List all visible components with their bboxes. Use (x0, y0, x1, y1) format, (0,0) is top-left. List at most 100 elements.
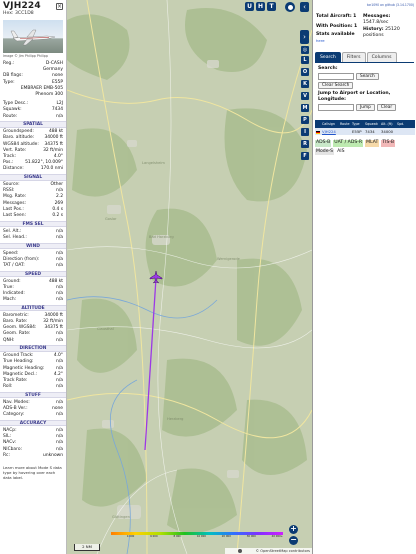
info-key: Reg.: (3, 61, 15, 66)
altitude-tick: 6 000 (150, 535, 158, 538)
unit-button-t[interactable]: T (267, 2, 276, 11)
zoom-out-button[interactable]: − (289, 536, 298, 545)
unit-button-h[interactable]: H (256, 2, 265, 11)
section-header[interactable]: DIRECTION (0, 345, 66, 352)
detail-key: QNH: (3, 337, 15, 343)
column-header[interactable]: Route (339, 120, 351, 129)
messages-label: Messages: (363, 14, 391, 19)
detail-key: Distance: (3, 166, 24, 172)
altitude-tick: 4 000 (126, 535, 135, 538)
version-link[interactable]: tar1090 on github (3.14.1700) (313, 0, 416, 10)
section-header[interactable]: WIND (0, 242, 66, 249)
clear-search-button[interactable]: Clear Search (318, 82, 354, 90)
cell-spd (396, 128, 415, 136)
jump-button[interactable]: Jump (356, 104, 375, 112)
map-toggle-l[interactable]: L (301, 56, 309, 64)
table-row[interactable]: VJH224 E55P 7434 34000 (315, 128, 415, 136)
search-input[interactable] (318, 73, 354, 81)
search-button[interactable]: Search (356, 73, 379, 81)
section-header[interactable]: ACCURACY (0, 419, 66, 427)
layer-toggle-icon[interactable]: ◎ (301, 46, 309, 54)
tab-search[interactable]: Search (315, 52, 341, 63)
legend-item: TIS-B (381, 140, 396, 147)
altitude-ticks: 4 000 6 000 8 000 10 000 20 000 30 000 40 000+ (111, 535, 283, 538)
map-toggle-k[interactable]: K (301, 80, 309, 88)
detail-row: Mach: n/a (0, 297, 66, 303)
aircraft-list-sidebar: tar1090 on github (3.14.1700) Total Airc… (312, 0, 416, 554)
stats-link[interactable]: here (316, 38, 325, 43)
column-header[interactable]: Spd. (396, 120, 415, 129)
hex-label: Hex: (3, 11, 14, 16)
altitude-legend: 4 000 6 000 8 000 10 000 20 000 30 000 40 000+ (103, 531, 283, 538)
detail-key: TAT / OAT: (3, 262, 25, 268)
detail-row: Last Seen: 0.2 s (0, 213, 66, 219)
zoom-in-button[interactable]: + (289, 525, 298, 534)
aircraft-table: Callsign Route Type Squawk Alt. (ft) Spd. VJH… (315, 120, 415, 136)
section-header[interactable]: FMS SEL (0, 220, 66, 228)
detail-value: unknown (43, 452, 63, 458)
detail-value: 0.2 s (52, 212, 63, 218)
map-toggle-o[interactable]: O (301, 68, 309, 76)
close-icon[interactable]: × (56, 3, 63, 10)
detail-value: n/a (56, 412, 63, 418)
detail-key: Roll: (3, 384, 13, 390)
sidebar-tabs: Search Filters Columns (315, 52, 416, 63)
cell-squawk: 7434 (364, 128, 380, 136)
section-header[interactable]: SPEED (0, 270, 66, 278)
detail-sections: SPATIAL Groundspeed: 488 kt Baro. altitude:… (0, 121, 66, 459)
map-toggle-r[interactable]: R (301, 140, 309, 148)
detail-value: n/a (56, 234, 63, 240)
detail-key: Sel. Head.: (3, 234, 27, 240)
section-header[interactable]: SIGNAL (0, 174, 66, 181)
with-position-value: 1 (354, 24, 358, 30)
detail-value: n/a (56, 384, 63, 390)
info-row: Route: n/a (0, 114, 66, 120)
aircraft-info: Reg.: D-CASH Germany DB flags: none Type: E55P… (0, 61, 66, 98)
info-icon[interactable] (238, 549, 242, 553)
chevron-left-icon[interactable]: ‹ (300, 2, 309, 12)
total-aircraft-value: 1 (353, 14, 357, 19)
info-value: Phenom 300 (35, 91, 63, 97)
map-toggle-i[interactable]: I (301, 128, 309, 136)
scale-bar: 2 NM (74, 544, 100, 551)
unit-button-u[interactable]: U (245, 2, 254, 11)
detail-key: Last Seen: (3, 212, 26, 218)
jump-input[interactable] (318, 104, 354, 112)
settings-icon[interactable] (285, 2, 295, 12)
detail-value: n/a (56, 297, 63, 303)
column-header[interactable]: Type (351, 120, 364, 129)
info-value: n/a (56, 113, 63, 119)
tab-filters[interactable]: Filters (341, 52, 366, 63)
source-legend: ADS-B UAT / ADS-R MLAT TIS-B Mode-S AIS (315, 140, 414, 156)
photo-credit: Image © Jim Philipp Philipp (3, 54, 48, 58)
aircraft-track-layer (144, 270, 163, 451)
legend-item: AIS (336, 148, 346, 156)
selected-hex: Hex: 3CC1D8 (0, 11, 66, 16)
chevron-right-icon[interactable]: › (300, 30, 309, 44)
cell-alt: 34000 (380, 128, 396, 136)
map-toggle-f[interactable]: F (301, 152, 309, 160)
history-label: History: (363, 26, 384, 32)
detail-row: QNH: n/a (0, 338, 66, 344)
column-header[interactable]: Squawk (364, 120, 380, 129)
map-toggle-p[interactable]: P (301, 116, 309, 124)
altitude-tick: 20 000 (221, 535, 231, 538)
aircraft-info-2: Type Desc.: L2J Squawk: 7434 Route: n/a (0, 101, 66, 120)
tab-columns[interactable]: Columns (366, 52, 397, 63)
section-header[interactable]: STUFF (0, 391, 66, 399)
map-view[interactable]: Langelsheim Goslar Bad Harzburg Werniger… (67, 0, 312, 554)
column-header[interactable]: Callsign (321, 120, 339, 129)
germany-flag-icon (316, 130, 320, 134)
legend-item: UAT / ADS-R (333, 140, 364, 147)
aircraft-photo[interactable] (3, 20, 63, 53)
hex-value: 3CC1D8 (14, 11, 34, 16)
aircraft-icon[interactable] (149, 270, 163, 284)
cell-callsign[interactable]: VJH224 (321, 128, 339, 136)
section-header[interactable]: SPATIAL (0, 121, 66, 128)
section-header[interactable]: ALTITUDE (0, 304, 66, 312)
column-header[interactable]: Alt. (ft) (380, 120, 396, 129)
clear-button[interactable]: Clear (376, 104, 397, 112)
map-toggle-v[interactable]: V (301, 92, 309, 100)
detail-value: n/a (56, 337, 63, 343)
map-toggle-m[interactable]: M (301, 104, 309, 112)
